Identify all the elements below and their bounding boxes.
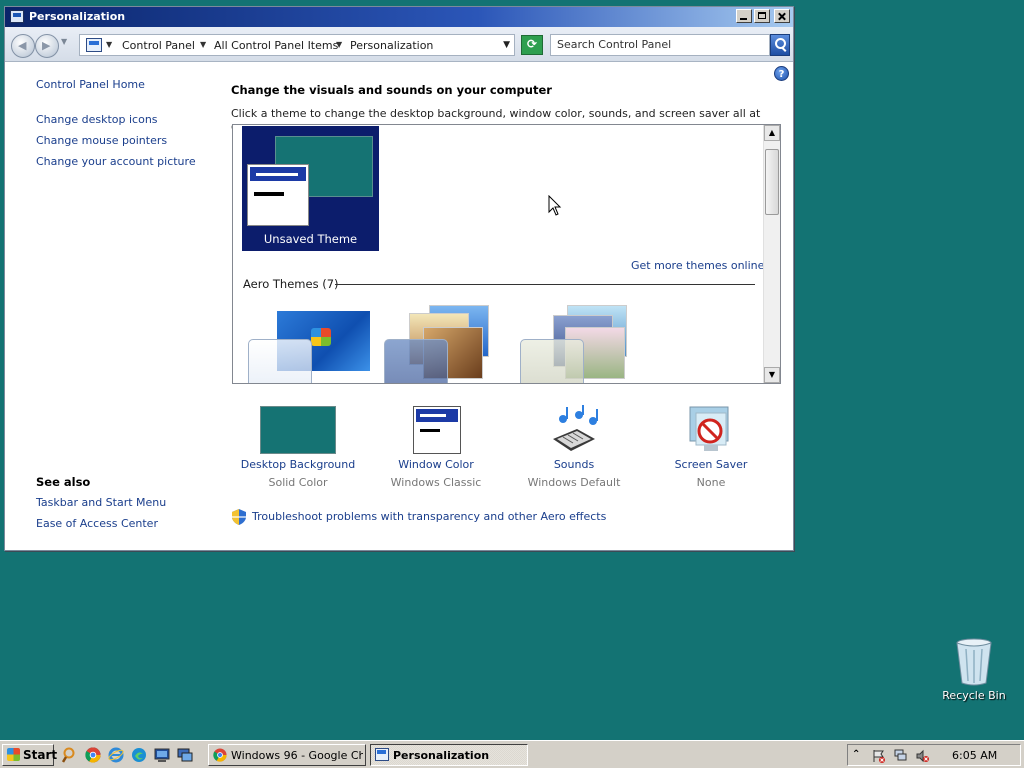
window-color-label[interactable]: Window Color xyxy=(371,458,501,471)
theme-glass-preview xyxy=(520,339,584,383)
start-label: Start xyxy=(23,748,58,762)
network-status-icon[interactable] xyxy=(894,749,908,763)
aero-themes-heading: Aero Themes (7) xyxy=(243,277,339,291)
chevron-down-icon[interactable]: ▼ xyxy=(200,40,206,49)
shield-icon xyxy=(232,509,246,525)
change-desktop-icons-link[interactable]: Change desktop icons xyxy=(36,113,158,126)
control-panel-home-link[interactable]: Control Panel Home xyxy=(36,78,145,91)
window-color-option[interactable]: Window Color Windows Classic xyxy=(371,403,501,489)
system-tray: ⌃ 6:05 AM xyxy=(847,744,1021,766)
minimize-button[interactable] xyxy=(736,9,752,23)
sounds-value: Windows Default xyxy=(527,476,621,489)
volume-muted-icon[interactable] xyxy=(916,749,930,763)
theme-window-preview xyxy=(247,164,309,226)
task-button-chrome[interactable]: Windows 96 - Google Ch... xyxy=(208,744,366,766)
theme-list-scrollbar[interactable]: ▲ ▼ xyxy=(763,125,780,383)
recycle-bin-icon xyxy=(956,638,992,686)
sounds-icon xyxy=(553,405,598,451)
page-title: Change the visuals and sounds on your co… xyxy=(231,83,552,97)
window-color-value: Windows Classic xyxy=(390,476,482,489)
screen-saver-label[interactable]: Screen Saver xyxy=(646,458,776,471)
screen-saver-value: None xyxy=(696,476,726,489)
chevron-down-icon[interactable]: ▼ xyxy=(106,40,112,49)
desktop-background-icon xyxy=(260,406,336,454)
forward-button[interactable]: ▶ xyxy=(35,34,59,58)
theme-glass-preview xyxy=(248,339,312,383)
unsaved-theme-label: Unsaved Theme xyxy=(263,232,358,246)
recent-pages-dropdown[interactable]: ▼ xyxy=(61,37,67,46)
help-icon[interactable]: ? xyxy=(774,66,789,81)
breadcrumb-all-items[interactable]: All Control Panel Items xyxy=(214,39,338,52)
desktop-background-value: Solid Color xyxy=(268,476,328,489)
troubleshoot-link[interactable]: Troubleshoot problems with transparency … xyxy=(252,510,606,523)
window-title: Personalization xyxy=(29,10,126,23)
sounds-option[interactable]: Sounds Windows Default xyxy=(509,403,639,489)
edge-icon[interactable] xyxy=(131,747,147,763)
breadcrumb-control-panel[interactable]: Control Panel xyxy=(122,39,195,52)
action-center-icon[interactable] xyxy=(872,749,886,763)
control-panel-icon xyxy=(86,38,102,52)
windows-logo-icon xyxy=(7,748,20,761)
close-button[interactable] xyxy=(774,9,790,23)
computer-icon[interactable] xyxy=(154,747,170,763)
control-panel-icon xyxy=(10,10,24,23)
ease-of-access-link[interactable]: Ease of Access Center xyxy=(36,517,158,530)
taskbar-start-menu-link[interactable]: Taskbar and Start Menu xyxy=(36,496,166,509)
windows-logo-icon xyxy=(311,328,331,346)
theme-glass-preview xyxy=(384,339,448,383)
start-button[interactable]: Start xyxy=(2,744,58,766)
change-account-picture-link[interactable]: Change your account picture xyxy=(36,155,196,168)
change-mouse-pointers-link[interactable]: Change mouse pointers xyxy=(36,134,167,147)
desktop-background-label[interactable]: Desktop Background xyxy=(233,458,363,471)
clock[interactable]: 6:05 AM xyxy=(952,749,997,762)
window-color-icon xyxy=(413,406,461,454)
refresh-button[interactable]: ⟳ xyxy=(521,35,543,55)
scroll-down-icon[interactable]: ▼ xyxy=(764,367,780,383)
search-icon[interactable] xyxy=(62,747,78,763)
show-hidden-icons-icon[interactable]: ⌃ xyxy=(852,749,866,763)
chevron-down-icon[interactable]: ▼ xyxy=(336,40,342,49)
chrome-icon[interactable] xyxy=(85,747,101,763)
see-also-heading: See also xyxy=(36,475,91,489)
recycle-bin-label: Recycle Bin xyxy=(942,689,1006,702)
breadcrumb-personalization[interactable]: Personalization xyxy=(350,39,433,52)
screen-saver-icon xyxy=(689,406,729,451)
divider xyxy=(335,284,755,285)
aero-theme-windows7[interactable] xyxy=(243,303,373,383)
back-button[interactable]: ◀ xyxy=(11,34,35,58)
taskbar: Start Windows 96 - Google Ch... Personal… xyxy=(0,740,1024,768)
back-arrow-icon: ◀ xyxy=(18,39,27,52)
unsaved-theme-tile[interactable]: Unsaved Theme xyxy=(242,126,379,251)
chrome-icon xyxy=(213,748,227,762)
network-icon[interactable] xyxy=(177,747,193,763)
search-input[interactable]: Search Control Panel xyxy=(550,34,770,56)
window-controls xyxy=(736,9,790,23)
task-button-personalization[interactable]: Personalization xyxy=(370,744,528,766)
personalization-window: Personalization ◀ ▶ ▼ ▼ Control Panel ▼ … xyxy=(4,6,794,551)
get-more-themes-link[interactable]: Get more themes online xyxy=(631,259,764,272)
address-bar: ◀ ▶ ▼ ▼ Control Panel ▼ All Control Pane… xyxy=(5,27,793,62)
title-bar[interactable]: Personalization xyxy=(5,7,793,27)
refresh-icon: ⟳ xyxy=(526,37,538,51)
aero-theme-nature[interactable] xyxy=(515,303,645,383)
scroll-thumb[interactable] xyxy=(765,149,779,215)
address-path[interactable]: ▼ Control Panel ▼ All Control Panel Item… xyxy=(79,34,515,56)
task-label: Personalization xyxy=(393,749,490,762)
address-dropdown[interactable]: ▼ xyxy=(503,40,510,50)
search-button[interactable] xyxy=(770,34,790,56)
theme-list: Unsaved Theme Get more themes online Aer… xyxy=(232,124,781,384)
scroll-up-icon[interactable]: ▲ xyxy=(764,125,780,141)
mouse-cursor-icon xyxy=(548,195,562,216)
sounds-label[interactable]: Sounds xyxy=(509,458,639,471)
screen-saver-option[interactable]: Screen Saver None xyxy=(646,403,776,489)
task-label: Windows 96 - Google Ch... xyxy=(231,749,363,762)
control-panel-icon xyxy=(375,748,389,761)
maximize-button[interactable] xyxy=(754,9,770,23)
aero-theme-architecture[interactable] xyxy=(379,303,509,383)
desktop-background-option[interactable]: Desktop Background Solid Color xyxy=(233,403,363,489)
ie-icon[interactable] xyxy=(108,747,124,763)
forward-arrow-icon: ▶ xyxy=(42,39,51,52)
